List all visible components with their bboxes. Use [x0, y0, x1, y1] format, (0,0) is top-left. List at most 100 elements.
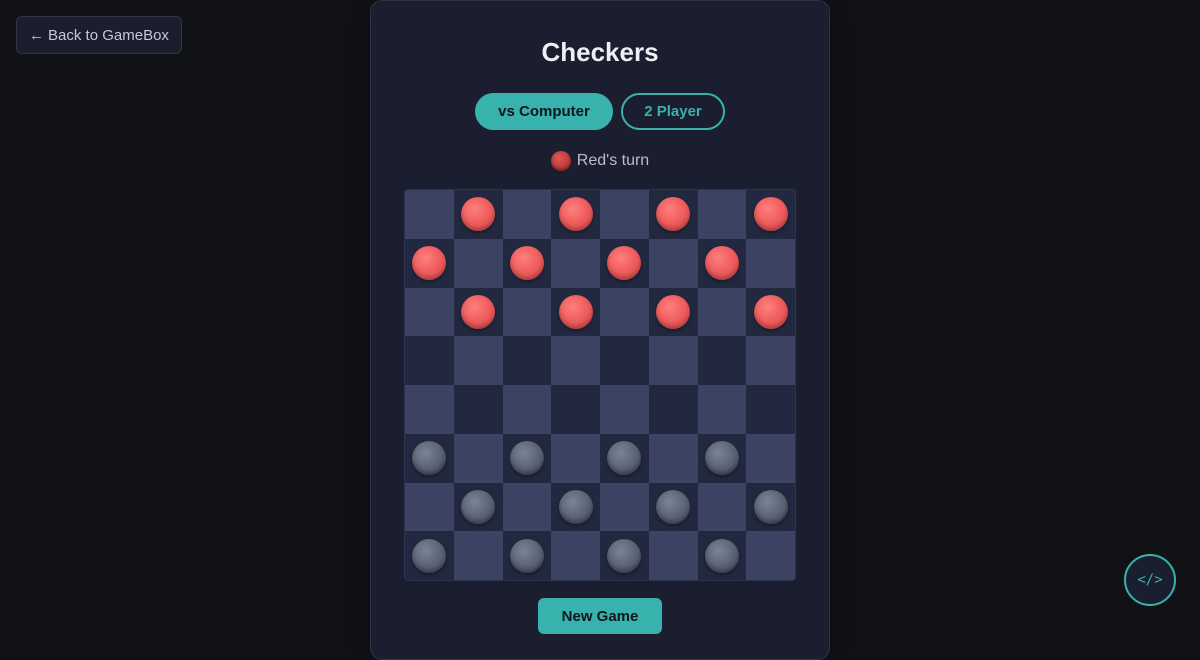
red-piece[interactable] — [461, 294, 496, 329]
black-piece[interactable] — [656, 489, 691, 524]
black-piece[interactable] — [704, 538, 739, 573]
board-square — [697, 385, 747, 434]
board-square[interactable] — [746, 287, 795, 337]
mode-vs-computer-button[interactable]: vs Computer — [475, 93, 613, 130]
board-square — [697, 482, 747, 532]
black-piece[interactable] — [461, 489, 496, 524]
black-piece[interactable] — [509, 538, 544, 573]
board-square[interactable] — [405, 531, 454, 580]
red-piece[interactable] — [558, 197, 593, 232]
board-square[interactable] — [697, 238, 747, 288]
board-square[interactable] — [502, 336, 552, 385]
red-piece[interactable] — [656, 294, 691, 329]
board-square — [648, 336, 698, 385]
checkers-board — [404, 189, 796, 581]
black-piece[interactable] — [753, 489, 788, 524]
board-square[interactable] — [648, 190, 698, 239]
board-square — [453, 531, 503, 580]
board-square[interactable] — [405, 433, 454, 483]
board-square[interactable] — [551, 287, 600, 337]
board-square[interactable] — [600, 433, 649, 483]
board-square[interactable] — [405, 336, 454, 385]
board-square[interactable] — [697, 336, 747, 385]
back-button-label: Back to GameBox — [48, 26, 169, 44]
board-square[interactable] — [551, 385, 600, 434]
board-square — [502, 190, 552, 239]
board-square — [551, 433, 600, 483]
board-square — [405, 287, 454, 337]
board-square — [551, 336, 600, 385]
board-square[interactable] — [697, 531, 747, 580]
board-square — [502, 482, 552, 532]
board-square — [600, 482, 649, 532]
red-piece[interactable] — [558, 294, 593, 329]
board-square[interactable] — [746, 482, 795, 532]
black-piece[interactable] — [412, 441, 447, 476]
board-square[interactable] — [600, 238, 649, 288]
board-square — [746, 238, 795, 288]
red-piece[interactable] — [753, 294, 788, 329]
arrow-left-icon: ← — [29, 26, 45, 44]
board-square[interactable] — [502, 238, 552, 288]
black-piece[interactable] — [412, 538, 447, 573]
board-square — [648, 531, 698, 580]
board-square — [648, 238, 698, 288]
board-square — [551, 238, 600, 288]
board-square[interactable] — [453, 287, 503, 337]
turn-status-text: Red's turn — [576, 152, 650, 169]
game-title: Checkers — [541, 37, 659, 67]
board-square — [502, 287, 552, 337]
board-square[interactable] — [600, 336, 649, 385]
red-piece[interactable] — [412, 246, 447, 281]
board-square[interactable] — [648, 482, 698, 532]
back-to-gamebox-button[interactable]: ← Back to GameBox — [16, 16, 182, 54]
board-square — [453, 433, 503, 483]
board-square[interactable] — [648, 287, 698, 337]
board-square[interactable] — [405, 238, 454, 288]
new-game-button[interactable]: New Game — [538, 598, 662, 634]
board-square — [600, 287, 649, 337]
board-square — [746, 336, 795, 385]
board-square[interactable] — [453, 385, 503, 434]
board-square[interactable] — [453, 482, 503, 532]
board-square — [405, 190, 454, 239]
board-square — [746, 531, 795, 580]
board-square — [502, 385, 552, 434]
red-piece[interactable] — [753, 197, 788, 232]
board-square — [405, 385, 454, 434]
red-piece[interactable] — [509, 246, 544, 281]
board-square — [648, 433, 698, 483]
red-piece[interactable] — [704, 246, 739, 281]
board-square — [697, 190, 747, 239]
board-square[interactable] — [551, 482, 600, 532]
board-square — [697, 287, 747, 337]
turn-status: Red's turn — [371, 151, 829, 171]
black-piece[interactable] — [607, 538, 642, 573]
game-panel: Checkers vs Computer 2 Player Red's turn… — [370, 0, 830, 660]
board-square[interactable] — [697, 433, 747, 483]
code-icon[interactable]: </> — [1124, 554, 1176, 606]
board-square — [600, 190, 649, 239]
red-piece[interactable] — [607, 246, 642, 281]
board-square — [405, 482, 454, 532]
board-square[interactable] — [502, 433, 552, 483]
black-piece[interactable] — [558, 489, 593, 524]
board-square[interactable] — [746, 190, 795, 239]
board-square[interactable] — [453, 190, 503, 239]
board-square[interactable] — [502, 531, 552, 580]
red-piece-icon — [550, 151, 571, 171]
black-piece[interactable] — [607, 441, 642, 476]
board-square — [453, 336, 503, 385]
black-piece[interactable] — [704, 441, 739, 476]
board-square — [746, 433, 795, 483]
board-square — [551, 531, 600, 580]
board-square[interactable] — [746, 385, 795, 434]
board-square[interactable] — [551, 190, 600, 239]
black-piece[interactable] — [509, 441, 544, 476]
red-piece[interactable] — [461, 197, 496, 232]
mode-two-player-button[interactable]: 2 Player — [621, 93, 725, 130]
board-square[interactable] — [648, 385, 698, 434]
board-square — [600, 385, 649, 434]
board-square[interactable] — [600, 531, 649, 580]
red-piece[interactable] — [656, 197, 691, 232]
